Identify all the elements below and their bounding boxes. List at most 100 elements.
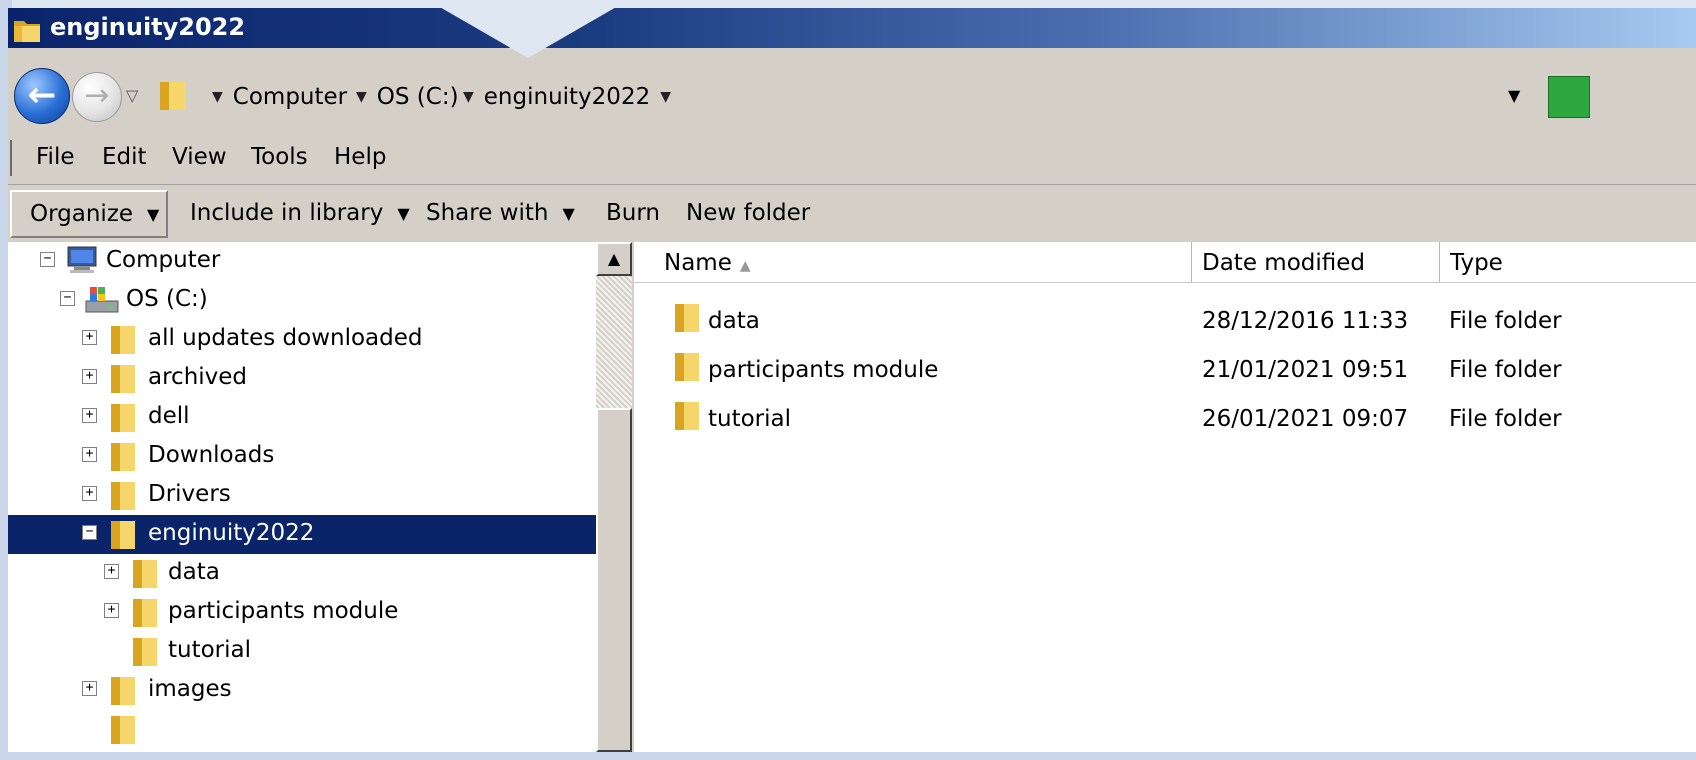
tree-item-all-updates-downloaded[interactable]: + all updates downloaded [8,320,596,359]
tree-item-archived[interactable]: + archived [8,359,596,398]
collapse-icon[interactable]: − [82,525,97,540]
menu-help[interactable]: Help [334,144,386,170]
tree-item-label: Drivers [148,481,231,507]
chevron-down-icon: ▼ [147,204,160,224]
column-label: Type [1450,250,1503,276]
file-list: Name ▲ Date modified Type data 28/12/2016… [634,242,1696,752]
burn-button[interactable]: Burn [606,200,660,226]
tree-item-images[interactable]: + images [8,671,596,710]
menu-tools[interactable]: Tools [251,144,308,170]
expand-icon[interactable]: + [104,564,119,579]
file-date: 21/01/2021 09:51 [1202,357,1409,383]
chevron-down-icon: ▼ [397,203,410,223]
list-item[interactable]: participants module 21/01/2021 09:51 Fil… [634,347,1696,391]
column-header-date-modified[interactable]: Date modified [1192,242,1440,282]
folder-icon [108,363,138,401]
address-history-dropdown-icon[interactable]: ▼ [1508,86,1520,105]
menu-bar: File Edit View Tools Help [8,132,1696,185]
back-button[interactable]: ← [14,68,70,124]
tree-item-label: dell [148,403,190,429]
expand-icon[interactable]: + [82,486,97,501]
expand-icon[interactable]: + [82,681,97,696]
chevron-down-icon[interactable]: ▼ [356,89,367,105]
tree-item-downloads[interactable]: + Downloads [8,437,596,476]
window-title: enginuity2022 [50,13,246,41]
file-name: participants module [708,357,939,383]
expand-icon[interactable]: + [82,330,97,345]
column-label: Date modified [1202,250,1365,276]
file-date: 28/12/2016 11:33 [1202,308,1409,334]
breadcrumb-computer[interactable]: ▼ Computer [212,82,347,112]
tree-item-label: all updates downloaded [148,325,423,351]
breadcrumb-label[interactable]: OS (C:) [377,84,459,110]
tree-item-label: archived [148,364,248,390]
list-item[interactable]: tutorial 26/01/2021 09:07 File folder [634,396,1696,440]
folder-icon [130,636,160,674]
breadcrumb-label[interactable]: Computer [233,84,347,110]
folder-icon [12,16,42,50]
share-with-label: Share with [426,200,549,226]
address-bar: ← → ▽ ▼ Computer ▼ OS (C:) ▼ enginuity20… [8,58,1696,133]
collapse-icon[interactable]: − [60,291,75,306]
forward-button[interactable]: → [72,72,122,122]
refresh-button[interactable] [1548,76,1590,118]
tree-item-tutorial[interactable]: tutorial [8,632,596,671]
new-folder-label: New folder [686,200,811,226]
breadcrumb-label[interactable]: enginuity2022 [484,84,650,110]
tree-item-dell[interactable]: + dell [8,398,596,437]
breadcrumb-enginuity2022[interactable]: ▼ enginuity2022 ▼ [463,82,671,112]
tree-item-enginuity2022[interactable]: − enginuity2022 [8,515,596,554]
menu-grip [10,140,12,176]
new-folder-button[interactable]: New folder [686,200,810,226]
recent-pages-dropdown-icon[interactable]: ▽ [126,86,146,106]
column-header-name[interactable]: Name ▲ [634,242,1192,282]
file-type: File folder [1449,406,1562,432]
folder-icon [108,675,138,713]
expand-icon[interactable]: + [82,447,97,462]
share-with-button[interactable]: Share with ▼ [426,200,575,226]
menu-file[interactable]: File [36,144,75,170]
title-notch [438,8,618,58]
include-in-library-button[interactable]: Include in library ▼ [190,200,410,226]
expand-icon[interactable]: + [82,369,97,384]
tree-item-label: OS (C:) [126,286,208,312]
tree-item-os-c[interactable]: − OS (C:) [8,281,596,320]
chevron-down-icon[interactable]: ▼ [212,89,223,105]
column-header-type[interactable]: Type [1440,242,1696,282]
tree-scrollbar[interactable]: ▲ [596,242,632,752]
tree-item-partial[interactable] [8,710,596,749]
column-label: Name [664,250,732,276]
breadcrumb-os-c[interactable]: ▼ OS (C:) [356,82,459,112]
folder-icon [108,480,138,518]
burn-label: Burn [606,200,660,226]
file-date: 26/01/2021 09:07 [1202,406,1409,432]
tree-item-label: enginuity2022 [148,520,315,546]
tree-item-drivers[interactable]: + Drivers [8,476,596,515]
file-name: data [708,308,760,334]
chevron-down-icon[interactable]: ▼ [463,89,474,105]
folder-icon [108,714,138,752]
expand-icon[interactable]: + [82,408,97,423]
include-in-library-label: Include in library [190,200,384,226]
menu-edit[interactable]: Edit [102,144,147,170]
tree-item-computer[interactable]: − Computer [8,242,596,281]
folder-icon [158,78,188,118]
scroll-up-arrow-icon[interactable]: ▲ [596,242,632,276]
list-header: Name ▲ Date modified Type [634,242,1696,283]
tree-item-label: images [148,676,232,702]
file-type: File folder [1449,308,1562,334]
tree-item-label: Downloads [148,442,275,468]
navigation-tree: − Computer − OS (C:) + all updates downl… [8,242,596,752]
title-bar[interactable]: enginuity2022 [8,8,1696,58]
list-item[interactable]: data 28/12/2016 11:33 File folder [634,298,1696,342]
collapse-icon[interactable]: − [40,252,55,267]
scrollbar-thumb[interactable] [596,408,632,752]
organize-button[interactable]: Organize ▼ [10,190,168,238]
tree-item-data[interactable]: + data [8,554,596,593]
expand-icon[interactable]: + [104,603,119,618]
chevron-down-icon[interactable]: ▼ [660,89,671,105]
tree-item-participants-module[interactable]: + participants module [8,593,596,632]
file-type: File folder [1449,357,1562,383]
menu-view[interactable]: View [172,144,227,170]
drive-icon [84,285,120,321]
